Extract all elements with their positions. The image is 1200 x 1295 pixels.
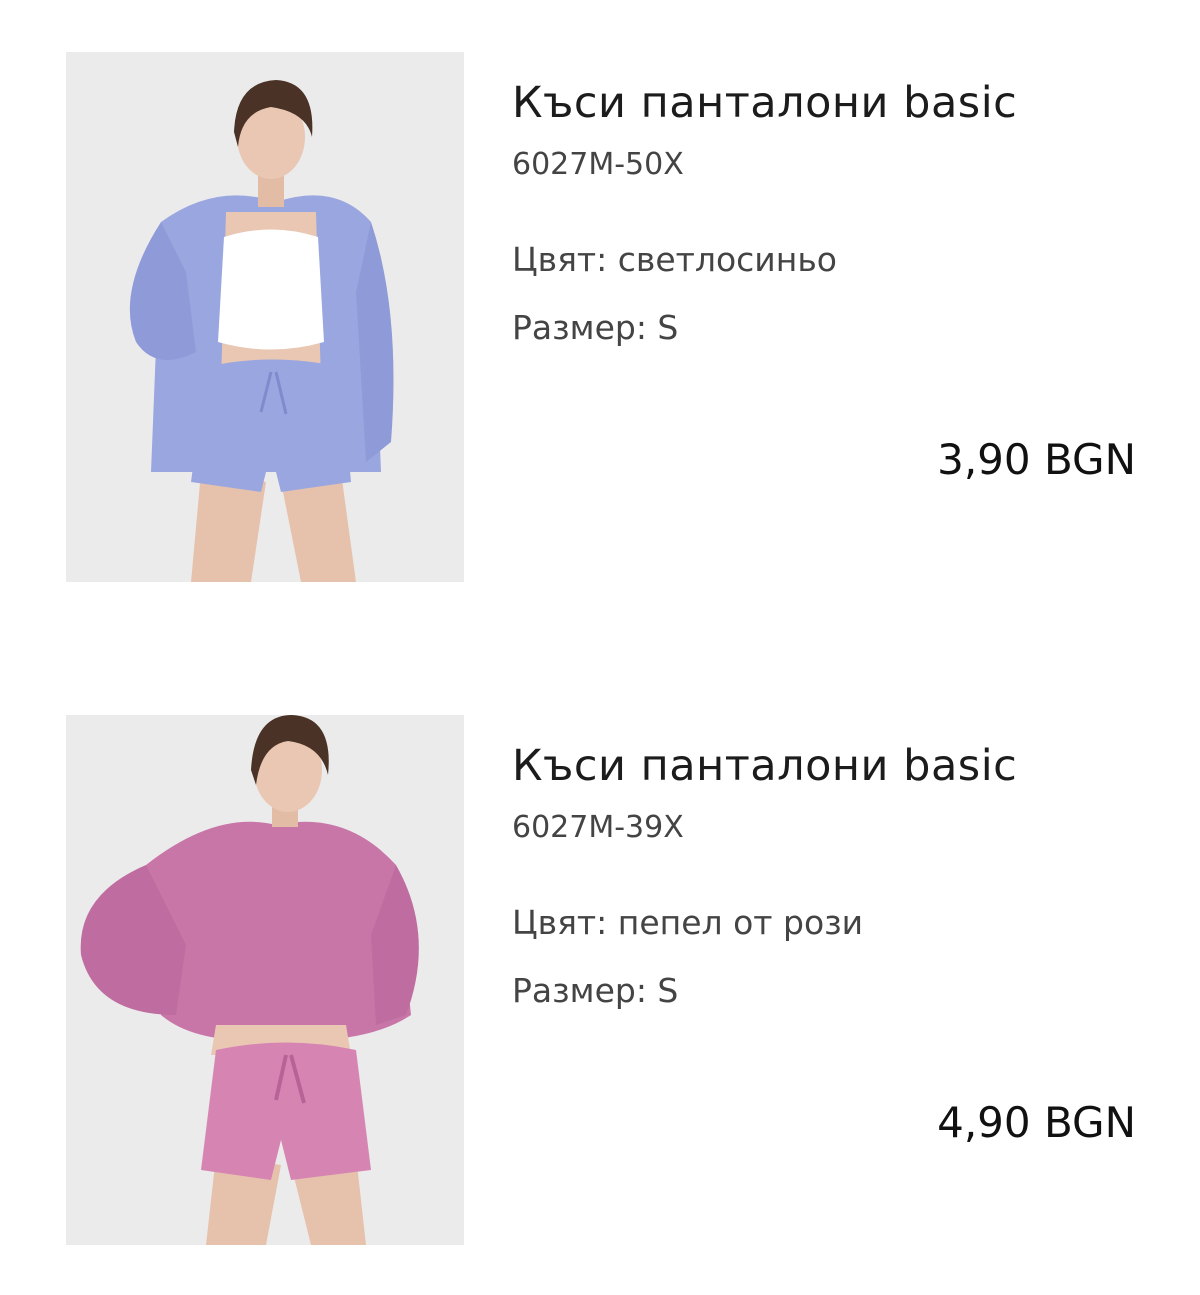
product-image[interactable] [66,52,464,582]
product-sku: 6027M-50X [512,147,684,182]
product-size: Размер: S [512,971,679,1010]
product-title[interactable]: Къси панталони basic [512,78,1017,128]
model-photo-illustration [66,715,464,1245]
product-title[interactable]: Къси панталони basic [512,741,1017,791]
product-color: Цвят: пепел от рози [512,903,864,942]
model-photo-illustration [66,52,464,582]
product-size: Размер: S [512,308,679,347]
product-sku: 6027M-39X [512,810,684,845]
product-image[interactable] [66,715,464,1245]
cart-item: Къси панталони basic 6027M-50X Цвят: све… [0,52,1200,582]
product-price: 3,90 BGN [937,435,1136,484]
product-price: 4,90 BGN [937,1098,1136,1147]
product-color: Цвят: светлосиньо [512,240,837,279]
cart-item: Къси панталони basic 6027M-39X Цвят: пеп… [0,715,1200,1245]
